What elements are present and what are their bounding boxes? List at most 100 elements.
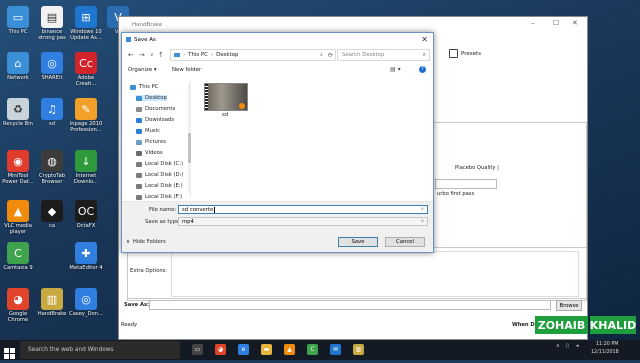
help-icon[interactable]: ?: [419, 66, 426, 73]
nav-item[interactable]: Local Disk (D:): [136, 172, 183, 178]
desktop-icon[interactable]: ✚ MetaEditor 4: [68, 242, 104, 271]
mail-icon[interactable]: ✉: [330, 344, 341, 355]
new-folder-button[interactable]: New folder: [172, 67, 201, 73]
desktop-app-icon: OC: [75, 200, 97, 222]
desktop-icon[interactable]: ♫ sd: [34, 98, 70, 127]
desktop-icon[interactable]: ⊞ Windows 10 Update As...: [68, 6, 104, 41]
desktop-app-icon: ▲: [7, 200, 29, 222]
forward-arrow-icon[interactable]: →: [139, 51, 145, 59]
desktop-app-icon: ◎: [41, 52, 63, 74]
nav-item[interactable]: Local Disk (C:): [136, 161, 183, 167]
desktop-app-icon: ✎: [75, 98, 97, 120]
nav-item[interactable]: Local Disk (F:): [136, 194, 182, 200]
desktop-icon[interactable]: ◍ CryptoTab Browser: [34, 150, 70, 185]
save-as-path-input[interactable]: [149, 300, 551, 310]
network-icon[interactable]: ▯: [566, 343, 569, 349]
nav-item[interactable]: Desktop: [136, 95, 167, 101]
desktop-icon-label: Google Chrome: [7, 311, 29, 324]
breadcrumb-desktop[interactable]: Desktop: [216, 52, 238, 58]
search-box[interactable]: Search Desktop ⌕: [337, 49, 430, 61]
maximize-icon[interactable]: ☐: [553, 19, 559, 27]
presets-button[interactable]: Presets: [449, 49, 481, 58]
nav-item-icon: [136, 139, 142, 145]
desktop-icon-label: Inpage 2010 Profession...: [69, 121, 103, 134]
view-options-icon[interactable]: ▤ ▾: [390, 66, 401, 73]
desktop-icon-label: ca: [48, 223, 56, 229]
taskbar-search[interactable]: Search the web and Windows: [20, 341, 180, 359]
edge-icon[interactable]: e: [238, 344, 249, 355]
presets-label: Presets: [461, 50, 482, 57]
up-arrow-icon[interactable]: ↑: [158, 51, 164, 59]
save-button[interactable]: Save: [338, 237, 378, 247]
desktop-icon-label: This PC: [8, 29, 28, 35]
desktop-icon[interactable]: ▥ HandBrake: [34, 288, 70, 317]
vlc-icon[interactable]: ▲: [284, 344, 295, 355]
desktop-app-icon: C: [7, 242, 29, 264]
desktop-icon[interactable]: ◉ MiniTool Power Dat...: [0, 150, 36, 185]
desktop-app-icon: ✚: [75, 242, 97, 264]
breadcrumb-this-pc[interactable]: This PC: [188, 52, 208, 58]
organize-menu[interactable]: Organize ▾: [128, 67, 157, 73]
nav-item[interactable]: Documents: [136, 106, 175, 112]
desktop-icon[interactable]: ▭ This PC: [0, 6, 36, 35]
quality-slider[interactable]: [435, 179, 497, 189]
file-explorer-icon[interactable]: ▬: [261, 344, 272, 355]
desktop-icon[interactable]: ▤ binance strong pas: [34, 6, 70, 41]
nav-scrollbar-thumb[interactable]: [188, 133, 191, 163]
refresh-icon[interactable]: ⟳: [328, 52, 333, 59]
desktop-icon[interactable]: C Camtasia 9: [0, 242, 36, 271]
windows-start-icon[interactable]: [4, 344, 15, 359]
desktop-icon[interactable]: ♻ Recycle Bin: [0, 98, 36, 127]
recent-chevron-icon[interactable]: ∨: [150, 52, 154, 58]
nav-item-label: Documents: [145, 106, 176, 112]
file-name-input[interactable]: sd converte ∨: [178, 205, 428, 214]
nav-scrollbar[interactable]: [188, 83, 191, 193]
extra-options-input[interactable]: [171, 251, 579, 297]
close-icon[interactable]: ✕: [572, 19, 578, 27]
video-thumbnail: [204, 83, 248, 111]
hide-folders-toggle[interactable]: ∧ Hide Folders: [126, 239, 166, 245]
dialog-close-icon[interactable]: ✕: [421, 35, 428, 44]
handbrake-icon[interactable]: ▥: [353, 344, 364, 355]
address-bar[interactable]: › This PC › Desktop ∨ ⟳: [170, 49, 336, 61]
save-as-type-select[interactable]: mp4 ∨: [178, 217, 428, 226]
browse-button[interactable]: Browse: [556, 300, 582, 311]
file-name-dropdown-icon[interactable]: ∨: [421, 207, 424, 212]
desktop-icon[interactable]: ↓ Internet Downlo...: [68, 150, 104, 185]
tray-chevron-icon[interactable]: ∧: [556, 343, 560, 349]
navigation-pane: This PC Desktop Documents Downloads Music Pic…: [126, 81, 191, 200]
nav-item[interactable]: This PC: [130, 84, 158, 90]
volume-icon[interactable]: ◂: [576, 343, 579, 349]
desktop-app-icon: ◉: [7, 150, 29, 172]
desktop-icon[interactable]: ◎ SHAREit: [34, 52, 70, 81]
desktop-icon[interactable]: OC OctaFX: [68, 200, 104, 229]
desktop-icon-label: SHAREit: [41, 75, 63, 81]
desktop-icon[interactable]: Cc Adobe Creati...: [68, 52, 104, 87]
nav-item[interactable]: Downloads: [136, 117, 174, 123]
file-name-value: sd converte: [182, 206, 214, 213]
minimize-icon[interactable]: –: [531, 19, 535, 27]
nav-item[interactable]: Pictures: [136, 139, 166, 145]
clock-date[interactable]: 12/11/2018: [591, 350, 619, 355]
address-dropdown-icon[interactable]: ∨: [320, 53, 323, 58]
nav-item-label: Local Disk (E:): [145, 183, 183, 189]
desktop-icon-label: Casey_Don...: [69, 311, 103, 317]
desktop-icon[interactable]: ⌂ Network: [0, 52, 36, 81]
save-as-type-dropdown-icon[interactable]: ∨: [421, 219, 424, 224]
nav-item-icon: [136, 106, 142, 112]
desktop-icon[interactable]: ◆ ca: [34, 200, 70, 229]
desktop-icon[interactable]: ✎ Inpage 2010 Profession...: [68, 98, 104, 133]
camtasia-icon[interactable]: C: [307, 344, 318, 355]
desktop-icon[interactable]: ◎ Casey_Don...: [68, 288, 104, 317]
nav-item[interactable]: Local Disk (E:): [136, 183, 183, 189]
desktop-icon[interactable]: ◕ Google Chrome: [0, 288, 36, 323]
nav-item[interactable]: Music: [136, 128, 160, 134]
chrome-icon[interactable]: ◕: [215, 344, 226, 355]
task-view-icon[interactable]: ▭: [192, 344, 203, 355]
back-arrow-icon[interactable]: ←: [128, 51, 134, 59]
nav-item[interactable]: Videos: [136, 150, 163, 156]
nav-item-label: Local Disk (D:): [145, 172, 184, 178]
desktop-icon[interactable]: ▲ VLC media player: [0, 200, 36, 235]
cancel-button[interactable]: Cancel: [385, 237, 425, 247]
clock-time[interactable]: 11:20 PM: [596, 342, 618, 347]
